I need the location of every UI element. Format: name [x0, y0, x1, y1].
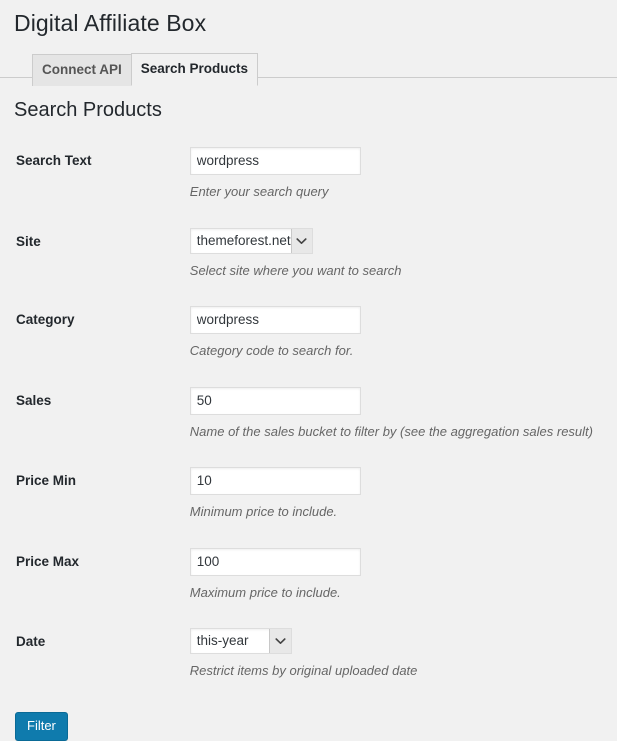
- field-price-max: Maximum price to include.: [189, 535, 603, 616]
- submit-area: Filter: [14, 694, 603, 741]
- label-search-text: Search Text: [16, 153, 92, 168]
- label-category: Category: [16, 312, 75, 327]
- date-select-value: this-year: [196, 633, 249, 648]
- form-row-category: Category Category code to search for.: [14, 293, 603, 374]
- description-date: Restrict items by original uploaded date: [189, 663, 418, 678]
- description-price-min: Minimum price to include.: [189, 504, 338, 519]
- admin-page-wrap: Digital Affiliate Box Connect API Search…: [0, 0, 617, 741]
- description-site: Select site where you want to search: [189, 262, 402, 278]
- field-date: this-year Restrict items by original upl…: [189, 615, 603, 694]
- description-price-max: Maximum price to include.: [189, 584, 341, 600]
- chevron-down-icon: [268, 629, 291, 653]
- field-sales: Name of the sales bucket to filter by (s…: [189, 374, 603, 455]
- description-sales: Name of the sales bucket to filter by (s…: [189, 423, 593, 439]
- date-select[interactable]: this-year: [189, 628, 292, 654]
- form-row-date: Date this-year Restrict items by origina…: [14, 615, 603, 694]
- sales-input[interactable]: [189, 386, 361, 415]
- label-sales: Sales: [16, 392, 52, 408]
- form-row-search-text: Search Text Enter your search query: [14, 134, 603, 215]
- site-select[interactable]: themeforest.net: [189, 227, 313, 254]
- search-text-input[interactable]: [189, 147, 361, 175]
- page-title: Digital Affiliate Box: [14, 10, 207, 36]
- tab-search-products[interactable]: Search Products: [130, 53, 259, 86]
- price-min-input[interactable]: [189, 467, 361, 495]
- field-price-min: Minimum price to include.: [189, 454, 603, 535]
- chevron-down-icon: [291, 228, 312, 253]
- description-category: Category code to search for.: [189, 343, 354, 358]
- site-select-value: themeforest.net: [196, 232, 291, 248]
- label-date: Date: [16, 634, 46, 649]
- field-site: themeforest.net Select site where you wa…: [189, 215, 603, 294]
- price-max-input[interactable]: [189, 547, 361, 576]
- tab-bar: Connect API Search Products: [0, 44, 617, 86]
- category-input[interactable]: [189, 306, 361, 334]
- field-category: Category code to search for.: [189, 293, 603, 374]
- filter-button[interactable]: Filter: [15, 711, 68, 741]
- form-row-sales: Sales Name of the sales bucket to filter…: [14, 374, 603, 455]
- tab-connect-api[interactable]: Connect API: [32, 54, 132, 86]
- description-search-text: Enter your search query: [189, 184, 329, 199]
- form-row-price-min: Price Min Minimum price to include.: [14, 454, 603, 535]
- label-site: Site: [16, 233, 41, 249]
- form-row-price-max: Price Max Maximum price to include.: [14, 535, 603, 616]
- form-row-site: Site themeforest.net Select site where y…: [14, 215, 603, 294]
- search-products-form: Search Text Enter your search query Site…: [14, 134, 603, 694]
- field-search-text: Enter your search query: [189, 134, 603, 215]
- label-price-max: Price Max: [16, 553, 80, 569]
- label-price-min: Price Min: [16, 473, 77, 488]
